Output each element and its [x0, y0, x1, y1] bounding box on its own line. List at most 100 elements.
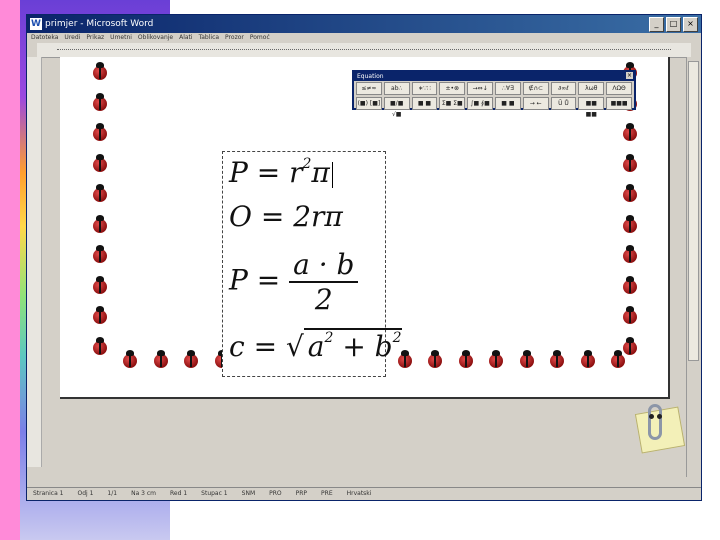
- misc-symbols-button[interactable]: ∂∞ℓ: [550, 82, 577, 95]
- subscript-superscript-templates-button[interactable]: ■ ■: [411, 97, 438, 110]
- ladybug-icon: [620, 275, 640, 295]
- relational-symbols-button[interactable]: ≤≠≈: [356, 82, 382, 95]
- matrix-templates-2-button[interactable]: ■■■: [606, 97, 632, 110]
- equation-circumference: O = 2rπ: [229, 200, 343, 233]
- underbar-overbar-templates-button[interactable]: ■ ■: [494, 97, 521, 110]
- ladybug-icon: [456, 349, 476, 369]
- radicand-plus-b: + b: [333, 330, 393, 363]
- ladybug-icon: [547, 349, 567, 369]
- equation-toolbar-row-symbols: ≤≠≈ ab∴ ∗∵∷ ±•⊗ →⇔↓ ∴∀∃ ∉∩⊂ ∂∞ℓ λωθ ΛΩΘ: [354, 81, 634, 96]
- arrow-symbols-button[interactable]: →⇔↓: [467, 82, 493, 95]
- word-app-icon: W: [30, 18, 42, 30]
- menu-item-table[interactable]: Tablica: [199, 33, 219, 43]
- spaces-ellipses-button[interactable]: ab∴: [383, 82, 410, 95]
- slide-background-stripe: [0, 0, 20, 540]
- ladybug-icon: [90, 275, 110, 295]
- menu-item-tools[interactable]: Alati: [179, 33, 192, 43]
- ladybug-icon: [90, 122, 110, 142]
- equation-toolbar-title: Equation: [357, 73, 384, 80]
- fraction-radical-templates-button[interactable]: ■/■ √■: [383, 97, 410, 118]
- ladybug-icon: [90, 244, 110, 264]
- operator-symbols-button[interactable]: ±•⊗: [439, 82, 466, 95]
- window-title: primjer - Microsoft Word: [45, 19, 154, 29]
- equation-toolbar-row-templates: (■) [■] ■/■ √■ ■ ■ Σ■ Σ■ ∫■ ∮■ ■ ■ → ← Ū…: [354, 96, 634, 118]
- summation-templates-button[interactable]: Σ■ Σ■: [439, 97, 466, 110]
- menu-item-help[interactable]: Pomoć: [250, 33, 270, 43]
- status-position: Na 3 cm: [131, 490, 157, 497]
- maximize-button[interactable]: □: [666, 17, 681, 32]
- fraction: a · b 2: [289, 248, 359, 316]
- status-rec: SNM: [241, 490, 256, 497]
- minimize-button[interactable]: _: [649, 17, 664, 32]
- text-cursor: [331, 161, 333, 188]
- ladybug-icon: [620, 153, 640, 173]
- equation-toolbar[interactable]: Equation × ≤≠≈ ab∴ ∗∵∷ ±•⊗ →⇔↓ ∴∀∃ ∉∩⊂ ∂…: [352, 70, 636, 118]
- ladybug-icon: [90, 153, 110, 173]
- ladybug-icon: [620, 214, 640, 234]
- office-assistant-clip[interactable]: [632, 404, 686, 454]
- eq3-lhs: P: [229, 263, 248, 297]
- close-button[interactable]: ×: [683, 17, 698, 32]
- close-icon[interactable]: ×: [626, 72, 633, 79]
- assistant-eye-left: [649, 414, 654, 419]
- menu-item-window[interactable]: Prozor: [225, 33, 244, 43]
- products-set-templates-button[interactable]: Ū Ů: [550, 97, 577, 110]
- equation-area-circle: P = r2π: [229, 156, 333, 189]
- menu-item-file[interactable]: Datoteka: [31, 33, 58, 43]
- menu-item-view[interactable]: Prikaz: [86, 33, 104, 43]
- ladybug-icon: [90, 305, 110, 325]
- integral-templates-button[interactable]: ∫■ ∮■: [467, 97, 493, 110]
- equation-toolbar-titlebar[interactable]: Equation ×: [354, 72, 634, 81]
- ladybug-icon: [517, 349, 537, 369]
- status-ovr: PRE: [321, 490, 333, 497]
- status-trk: PRO: [269, 490, 282, 497]
- status-page-count: 1/1: [107, 490, 118, 497]
- title-bar[interactable]: W primjer - Microsoft Word _ □ ×: [27, 15, 701, 33]
- greek-uppercase-button[interactable]: ΛΩΘ: [606, 82, 632, 95]
- ladybug-icon: [620, 305, 640, 325]
- set-theory-symbols-button[interactable]: ∉∩⊂: [522, 82, 549, 95]
- eq4-lhs: c: [229, 330, 245, 363]
- ladybug-icon: [425, 349, 445, 369]
- status-line: Red 1: [170, 490, 188, 497]
- fence-templates-button[interactable]: (■) [■]: [356, 97, 382, 110]
- status-language: Hrvatski: [346, 490, 372, 497]
- radicand-exp-2: 2: [392, 330, 402, 346]
- eq2-lhs: O: [229, 200, 252, 233]
- status-bar: Stranica 1 Odj 1 1/1 Na 3 cm Red 1 Stupa…: [27, 487, 701, 500]
- status-page: Stranica 1: [33, 490, 64, 497]
- scrollbar-thumb[interactable]: [688, 61, 699, 361]
- ladybug-icon: [620, 244, 640, 264]
- matrix-templates-button[interactable]: ■■ ■■: [578, 97, 605, 118]
- equation-pythagoras: c = √ a2 + b2: [229, 328, 402, 363]
- vertical-scrollbar[interactable]: [686, 57, 701, 477]
- ladybug-icon: [608, 349, 628, 369]
- radicand: a2 + b2: [303, 328, 402, 363]
- greek-lowercase-button[interactable]: λωθ: [578, 82, 605, 95]
- vertical-ruler[interactable]: [27, 57, 42, 467]
- sqrt-icon: √: [285, 330, 304, 363]
- equation-object[interactable]: P = r2π O = 2rπ P = a · b 2 c = √ a2 + b2: [222, 151, 402, 377]
- slide-background-top: [170, 0, 720, 12]
- ladybug-icon: [90, 92, 110, 112]
- ladybug-icon: [578, 349, 598, 369]
- horizontal-ruler[interactable]: [37, 43, 691, 58]
- menu-item-edit[interactable]: Uredi: [64, 33, 80, 43]
- radicand-a: a: [307, 330, 325, 363]
- ladybug-icon: [90, 336, 110, 356]
- eq2-rhs: 2rπ: [293, 200, 343, 233]
- ladybug-icon: [181, 349, 201, 369]
- logical-symbols-button[interactable]: ∴∀∃: [494, 82, 521, 95]
- ladybug-icon: [620, 122, 640, 142]
- menu-bar: Datoteka Uredi Prikaz Umetni Oblikovanje…: [27, 33, 701, 43]
- status-section: Odj 1: [77, 490, 94, 497]
- assistant-eye-right: [657, 414, 662, 419]
- menu-item-format[interactable]: Oblikovanje: [138, 33, 173, 43]
- embellishments-button[interactable]: ∗∵∷: [411, 82, 438, 95]
- ladybug-icon: [151, 349, 171, 369]
- menu-item-insert[interactable]: Umetni: [110, 33, 132, 43]
- ladybug-icon: [90, 183, 110, 203]
- labeled-arrow-templates-button[interactable]: → ←: [522, 97, 549, 110]
- paperclip-icon: [648, 404, 662, 440]
- ladybug-icon: [120, 349, 140, 369]
